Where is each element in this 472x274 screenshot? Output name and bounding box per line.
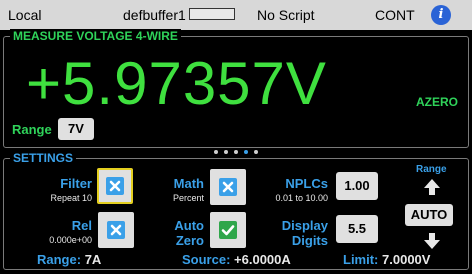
x-icon — [219, 178, 237, 196]
arrow-down-icon[interactable] — [423, 232, 441, 250]
nplc-sub: 0.01 to 10.00 — [275, 193, 328, 203]
script-indicator[interactable]: No Script — [257, 7, 315, 23]
digits-label-line2: Digits — [291, 233, 328, 248]
page-dot[interactable] — [224, 150, 228, 154]
trigger-mode-indicator[interactable]: CONT — [375, 7, 415, 23]
nplc-label: NPLCs — [285, 176, 328, 191]
local-mode-indicator[interactable]: Local — [8, 7, 41, 23]
autozero-label-line1: Auto — [174, 218, 204, 233]
footer-source-label: Source: — [182, 252, 231, 267]
footer-limit-value: 7.0000V — [382, 252, 431, 267]
x-icon — [106, 177, 124, 195]
azero-indicator: AZERO — [416, 95, 458, 109]
autozero-toggle-button[interactable] — [210, 212, 246, 248]
info-icon[interactable]: i — [431, 5, 451, 25]
active-buffer-label[interactable]: defbuffer1 — [123, 7, 186, 23]
filter-label: Filter — [60, 176, 92, 191]
footer-range-label: Range: — [37, 252, 82, 267]
digits-label-line1: Display — [281, 218, 328, 233]
check-icon — [219, 221, 237, 239]
math-sub: Percent — [172, 193, 204, 203]
nplc-value-button[interactable]: 1.00 — [336, 172, 378, 200]
footer-range-value: 7A — [84, 252, 102, 267]
status-bar: Local defbuffer1 No Script CONT i — [0, 0, 472, 30]
settings-title: SETTINGS — [10, 151, 77, 165]
math-label: Math — [173, 176, 204, 191]
footer-source-value: +6.0000A — [234, 252, 291, 267]
rel-sub: 0.000e+00 — [49, 235, 92, 245]
math-toggle-button[interactable] — [210, 169, 246, 205]
rel-toggle-button[interactable] — [98, 212, 134, 248]
page-dot[interactable] — [234, 150, 238, 154]
measure-range-button[interactable]: 7V — [58, 118, 94, 140]
filter-toggle-button[interactable] — [97, 168, 133, 204]
page-dot[interactable] — [254, 150, 258, 154]
measurement-reading: +5.97357V — [26, 50, 327, 117]
page-dot[interactable] — [214, 150, 218, 154]
footer-source: Source: +6.0000A — [182, 253, 291, 267]
measure-range-label: Range — [12, 122, 52, 137]
measure-function-title[interactable]: MEASURE VOLTAGE 4-WIRE — [10, 29, 181, 43]
arrow-up-icon[interactable] — [423, 178, 441, 196]
footer-range: Range: 7A — [37, 253, 101, 267]
x-icon — [107, 221, 125, 239]
rel-label: Rel — [71, 218, 92, 233]
autozero-label-line2: Zero — [175, 233, 204, 248]
digits-value-button[interactable]: 5.5 — [336, 215, 378, 243]
range-control-label: Range — [416, 164, 447, 175]
buffer-fill-bar[interactable] — [189, 8, 235, 20]
footer-limit: Limit: 7.0000V — [343, 253, 430, 267]
page-dot-active[interactable] — [244, 150, 248, 154]
filter-sub: Repeat 10 — [50, 193, 92, 203]
range-auto-button[interactable]: AUTO — [405, 204, 453, 226]
footer-limit-label: Limit: — [343, 252, 379, 267]
